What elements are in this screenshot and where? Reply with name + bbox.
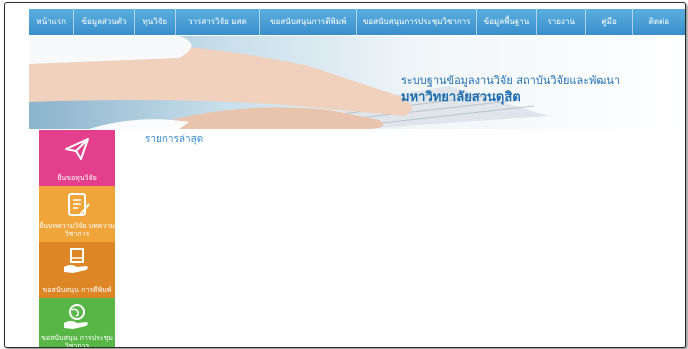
nav-item-manual[interactable]: คู่มือ (586, 9, 633, 35)
browser-frame: หน้าแรก ข้อมูลส่วนตัว ทุนวิจัย วารสารวิจ… (4, 2, 686, 348)
main-nav: หน้าแรก ข้อมูลส่วนตัว ทุนวิจัย วารสารวิจ… (29, 9, 685, 35)
banner-subtitle: มหาวิทยาลัยสวนดุสิต (401, 90, 521, 105)
tile-label: ยื่นบทความวิจัย บทความวิชาการ (39, 222, 115, 238)
paper-plane-icon (65, 138, 89, 160)
tile-apply-research-fund[interactable]: ยื่นขอทุนวิจัย (39, 130, 115, 186)
nav-item-reports[interactable]: รายงาน (537, 9, 587, 35)
latest-items-heading: รายการล่าสุด (145, 134, 204, 145)
nav-item-contact[interactable]: ติดต่อ (633, 9, 685, 35)
document-edit-icon (68, 193, 90, 216)
nav-item-research-journal[interactable]: วารสารวิจัย มสด (176, 9, 260, 35)
nav-item-publication-support[interactable]: ขอสนับสนุนการตีพิมพ์ (260, 9, 358, 35)
tile-submit-article[interactable]: ยื่นบทความวิจัย บทความวิชาการ (39, 186, 115, 242)
globe-hand-icon (64, 304, 88, 329)
tile-publication-support[interactable]: ขอสนับสนุน การตีพิมพ์ (39, 242, 115, 298)
tile-label: ยื่นขอทุนวิจัย (57, 174, 97, 182)
header-banner: ระบบฐานข้อมูลงานวิจัย สถาบันวิจัยและพัฒน… (29, 36, 685, 129)
tile-label: ขอสนับสนุน การตีพิมพ์ (42, 286, 112, 294)
tile-label: ขอสนับสนุน การประชุมวิชาการ (41, 334, 113, 348)
book-hand-icon (64, 248, 88, 273)
nav-item-research-fund[interactable]: ทุนวิจัย (135, 9, 176, 35)
nav-item-basic-data[interactable]: ข้อมูลพื้นฐาน (477, 9, 538, 35)
page-content: หน้าแรก ข้อมูลส่วนตัว ทุนวิจัย วารสารวิจ… (29, 9, 685, 348)
nav-item-conference-support[interactable]: ขอสนับสนุนการประชุมวิชาการ (357, 9, 477, 35)
sidebar: ยื่นขอทุนวิจัย ยื่นบทความวิจัย บทความวิช… (39, 130, 115, 348)
tile-conference-support[interactable]: ขอสนับสนุน การประชุมวิชาการ (39, 298, 115, 348)
nav-item-home[interactable]: หน้าแรก (29, 9, 75, 35)
nav-item-profile[interactable]: ข้อมูลส่วนตัว (74, 9, 135, 35)
